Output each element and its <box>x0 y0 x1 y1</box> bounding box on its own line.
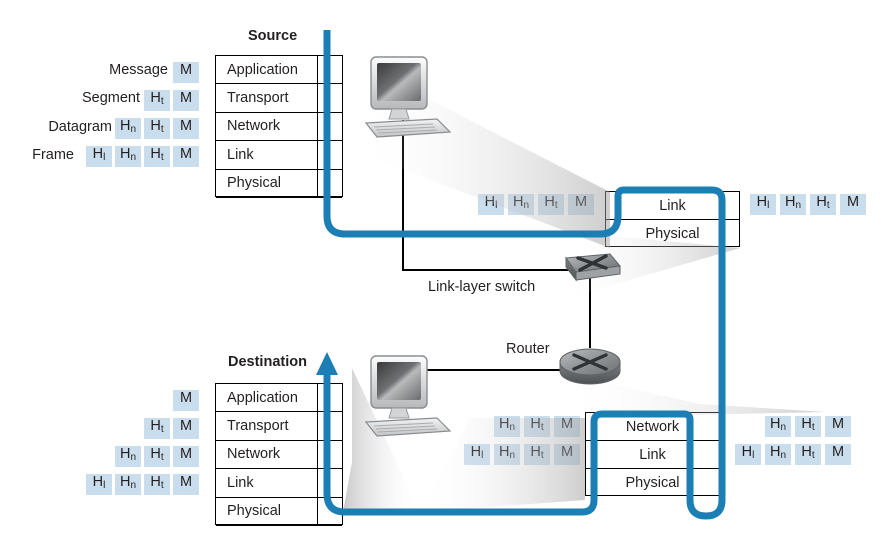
data-path-blue <box>316 30 726 520</box>
encapsulation-diagram: Application Transport Network Link Physi… <box>0 0 886 550</box>
